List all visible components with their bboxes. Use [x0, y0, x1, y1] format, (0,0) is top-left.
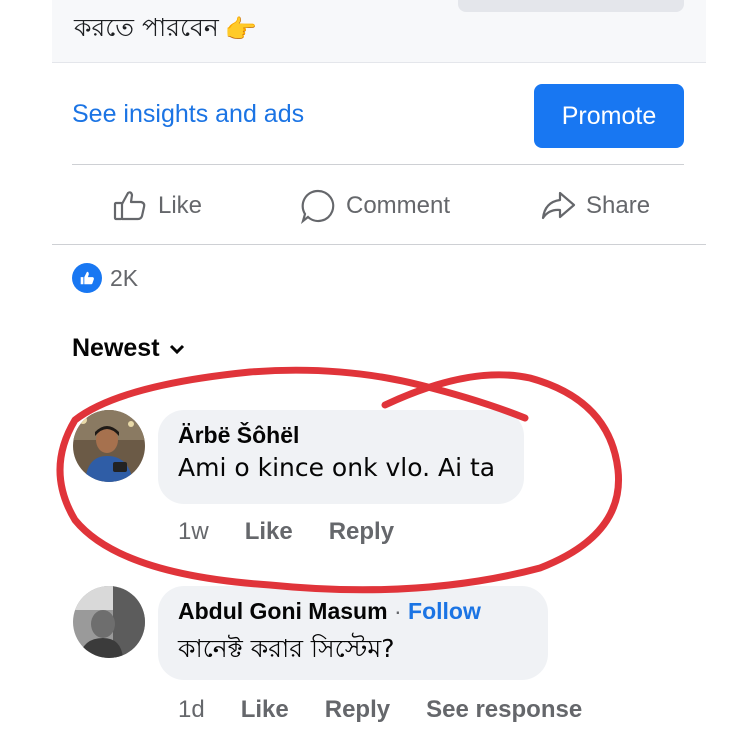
separator-dot: ·: [393, 598, 402, 624]
like-button[interactable]: Like: [112, 186, 202, 226]
follow-button[interactable]: Follow: [408, 598, 481, 624]
share-arrow-icon: [541, 191, 576, 220]
see-response-link[interactable]: See response: [426, 696, 582, 724]
divider: [72, 164, 684, 165]
reaction-summary[interactable]: 2K: [72, 263, 138, 293]
post-text: করতে পারবেন 👉: [74, 8, 257, 51]
avatar[interactable]: [73, 410, 145, 482]
comment-time[interactable]: 1w: [178, 518, 209, 546]
page-margin: [0, 0, 52, 756]
comment-like-button[interactable]: Like: [241, 696, 289, 724]
comment-time[interactable]: 1d: [178, 696, 205, 724]
comment-author[interactable]: Abdul Goni Masum: [178, 598, 388, 624]
divider: [52, 244, 706, 245]
comment-text: Ami o kince onk vlo. Ai ta: [178, 453, 496, 482]
like-label: Like: [158, 192, 203, 219]
promote-button[interactable]: Promote: [534, 84, 684, 148]
like-reaction-icon: [72, 263, 102, 293]
reaction-count: 2K: [110, 264, 139, 291]
share-label: Share: [586, 192, 651, 219]
comment-label: Comment: [346, 192, 451, 219]
avatar[interactable]: [73, 586, 145, 658]
comment-author-line: Abdul Goni Masum · Follow: [178, 598, 528, 625]
see-insights-link[interactable]: See insights and ads: [72, 100, 304, 129]
comment-author[interactable]: Ärbë Šôhël: [178, 422, 504, 449]
comment-meta: 1w Like Reply: [178, 518, 394, 546]
comment-reply-button[interactable]: Reply: [325, 696, 390, 724]
chevron-down-icon: [169, 344, 184, 354]
translate-pill[interactable]: [458, 0, 684, 12]
post-text-tail: করতে পারবেন: [74, 13, 219, 42]
thumbs-up-icon: [113, 191, 146, 221]
speech-bubble-icon: [300, 189, 335, 224]
comment-button[interactable]: Comment: [300, 186, 450, 226]
comment-sort-dropdown[interactable]: Newest: [72, 334, 186, 363]
comment-like-button[interactable]: Like: [245, 518, 293, 546]
comment-meta: 1d Like Reply See response: [178, 696, 582, 724]
sort-label: Newest: [72, 334, 160, 362]
comment-bubble[interactable]: Abdul Goni Masum · Follow কানেক্ট করার স…: [158, 586, 548, 680]
share-button[interactable]: Share: [540, 186, 650, 226]
comment-bubble[interactable]: Ärbë Šôhël Ami o kince onk vlo. Ai ta: [158, 410, 524, 504]
comment-reply-button[interactable]: Reply: [329, 518, 394, 546]
pointing-hand-icon: 👉: [224, 14, 258, 45]
comment-text: কানেক্ট করার সিস্টেম?: [178, 634, 395, 663]
